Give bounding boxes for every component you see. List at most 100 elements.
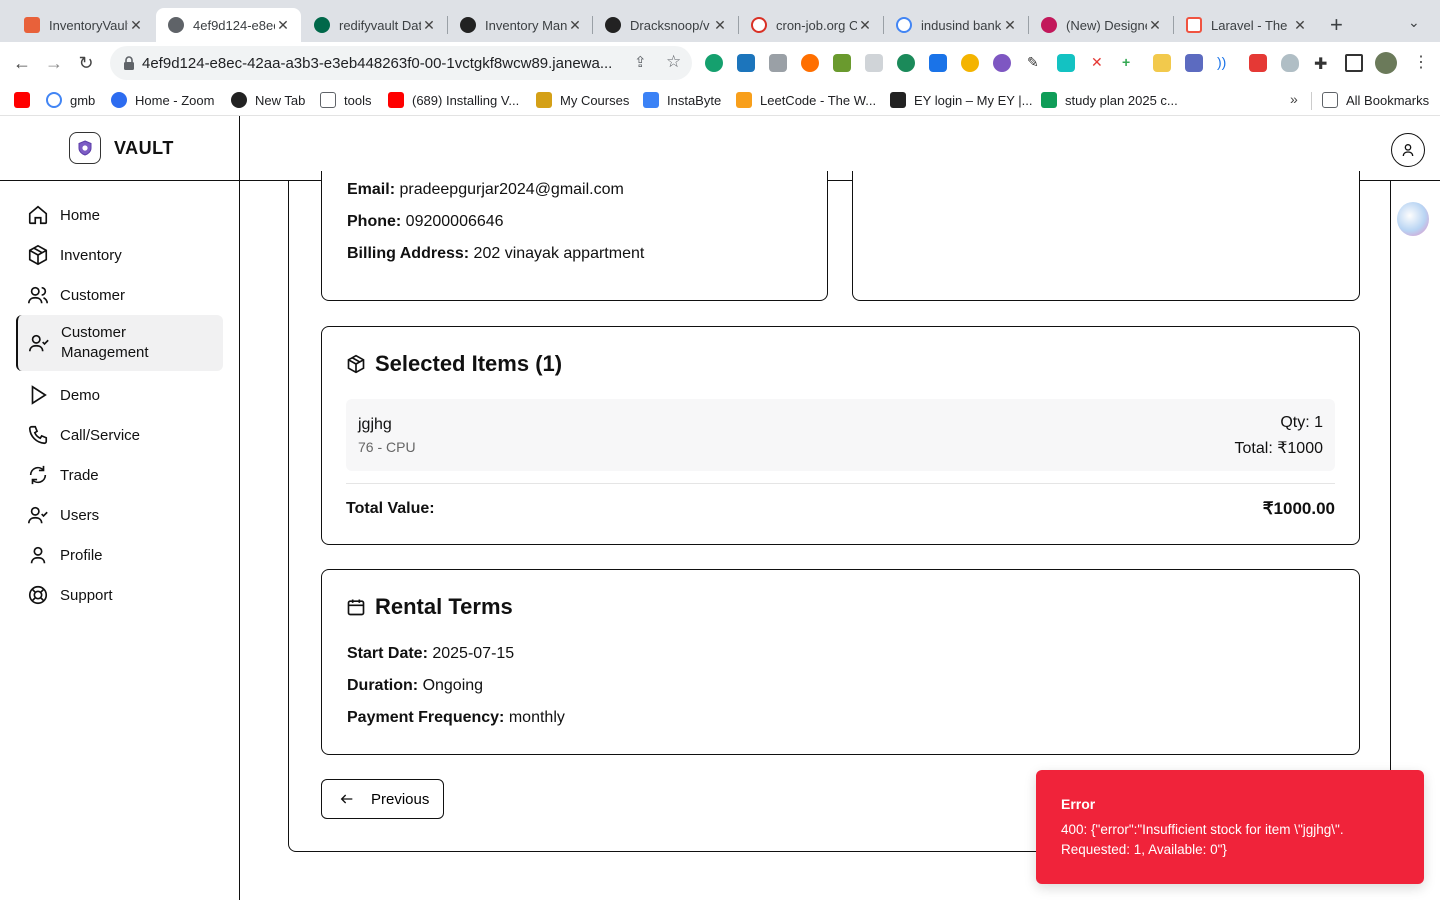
n-extension-icon[interactable]	[1057, 54, 1075, 72]
url-text[interactable]: 4ef9d124-e8ec-42aa-a3b3-e3eb448263f0-00-…	[142, 55, 622, 72]
browser-tab[interactable]: InventoryVault ✕	[12, 8, 154, 42]
extension-icon[interactable]	[897, 54, 915, 72]
close-icon[interactable]: ✕	[567, 17, 583, 34]
bookmark-youtube[interactable]	[14, 92, 38, 108]
close-icon[interactable]: ✕	[1002, 17, 1018, 34]
order-review-panel: Email: pradeepgurjar2024@gmail.com Phone…	[288, 171, 1391, 852]
github-icon	[605, 17, 621, 33]
grammarly-extension-icon[interactable]	[705, 54, 723, 72]
side-panel-icon[interactable]	[1345, 54, 1363, 72]
arrow-left-icon	[340, 794, 353, 804]
email-value: pradeepgurjar2024@gmail.com	[399, 181, 624, 198]
rental-terms-title: Rental Terms	[375, 594, 513, 619]
previous-button[interactable]: Previous	[321, 779, 444, 819]
browser-tab[interactable]: Dracksnoop/v ✕	[593, 8, 738, 42]
sidebar-item-home[interactable]: Home	[16, 195, 223, 235]
close-icon[interactable]: ✕	[275, 17, 291, 34]
box-icon	[347, 354, 365, 374]
forward-button[interactable]: →	[42, 51, 66, 75]
extension-icon[interactable]	[1249, 54, 1267, 72]
extension-icon[interactable]	[1185, 54, 1203, 72]
bookmark[interactable]: LeetCode - The W...	[736, 92, 876, 108]
sidebar-item-users[interactable]: Users	[16, 495, 223, 535]
bookmark-label: EY login – My EY |...	[914, 92, 1033, 108]
browser-tab[interactable]: Laravel - The P ✕	[1174, 8, 1318, 42]
selected-items-heading: Selected Items (1)	[346, 351, 562, 377]
youtube-icon	[14, 92, 30, 108]
back-button[interactable]: ←	[10, 51, 34, 75]
duration: Duration: Ongoing	[347, 677, 483, 695]
start-date: Start Date: 2025-07-15	[347, 645, 514, 663]
share-icon[interactable]: ⇪	[634, 53, 647, 71]
bookmark-folder[interactable]: tools	[320, 92, 371, 108]
extension-icon[interactable]	[993, 54, 1011, 72]
extension-icon[interactable]	[737, 54, 755, 72]
close-icon[interactable]: ✕	[128, 17, 144, 34]
all-bookmarks[interactable]: All Bookmarks	[1322, 92, 1429, 108]
browser-tab-active[interactable]: 4ef9d124-e8ec ✕	[156, 8, 301, 42]
sidebar-item-customer[interactable]: Customer	[16, 275, 223, 315]
browser-tab[interactable]: redifyvault Dat ✕	[302, 8, 447, 42]
home-icon	[28, 205, 48, 225]
extension-icon[interactable]	[801, 54, 819, 72]
customer-phone: Phone: 09200006646	[347, 213, 504, 231]
bookmark[interactable]: Home - Zoom	[111, 92, 214, 108]
extension-icon[interactable]	[1153, 54, 1171, 72]
close-icon[interactable]: ✕	[857, 17, 873, 34]
pen-extension-icon[interactable]: ✎	[1027, 54, 1039, 71]
total-value-label: Total Value:	[346, 500, 435, 517]
bookmark[interactable]: InstaByte	[643, 92, 721, 108]
plus-extension-icon[interactable]: +	[1122, 54, 1130, 70]
item-total: Total: ₹1000	[1234, 440, 1323, 457]
browser-profile-avatar[interactable]	[1375, 52, 1397, 74]
browser-tab[interactable]: Inventory Man ✕	[448, 8, 593, 42]
close-icon[interactable]: ✕	[1292, 17, 1308, 34]
extension-icon[interactable]	[833, 54, 851, 72]
address-bar[interactable]: 4ef9d124-e8ec-42aa-a3b3-e3eb448263f0-00-…	[110, 46, 692, 80]
brand[interactable]: VAULT	[0, 116, 239, 181]
wave-extension-icon[interactable]: ))	[1217, 54, 1226, 70]
checkbox-extension-icon[interactable]	[929, 54, 947, 72]
bookmark-star-icon[interactable]: ☆	[666, 52, 681, 72]
sidebar-item-inventory[interactable]: Inventory	[16, 235, 223, 275]
sidebar-item-profile[interactable]: Profile	[16, 535, 223, 575]
close-icon[interactable]: ✕	[712, 17, 728, 34]
user-menu-button[interactable]	[1391, 133, 1425, 167]
reload-button[interactable]: ↻	[74, 51, 98, 75]
reader-extension-icon[interactable]	[865, 54, 883, 72]
camera-extension-icon[interactable]	[769, 54, 787, 72]
sidebar-item-customer-management[interactable]: Customer Management	[16, 315, 223, 371]
error-toast[interactable]: Error 400: {"error":"Insufficient stock …	[1036, 770, 1424, 884]
new-tab-button[interactable]: +	[1330, 12, 1343, 38]
bookmarks-bar: gmb Home - Zoom New Tab tools (689) Inst…	[0, 84, 1440, 116]
close-icon[interactable]: ✕	[421, 17, 437, 34]
bookmark[interactable]: My Courses	[536, 92, 629, 108]
sidebar-item-demo[interactable]: Demo	[16, 375, 223, 415]
x-extension-icon[interactable]: ✕	[1091, 54, 1103, 71]
more-bookmarks-chevron-icon[interactable]: »	[1290, 91, 1298, 107]
bookmark[interactable]: study plan 2025 c...	[1041, 92, 1178, 108]
bookmark[interactable]: gmb	[46, 92, 95, 108]
unicorn-extension-icon[interactable]	[1397, 202, 1429, 236]
menu-kebab-icon[interactable]: ⋮	[1413, 52, 1429, 72]
browser-tab[interactable]: indusind bank ✕	[884, 8, 1028, 42]
billing-label: Billing Address:	[347, 245, 470, 262]
sidebar-item-trade[interactable]: Trade	[16, 455, 223, 495]
close-icon[interactable]: ✕	[1147, 17, 1163, 34]
bookmark[interactable]: EY login – My EY |...	[890, 92, 1033, 108]
sidebar-item-call-service[interactable]: Call/Service	[16, 415, 223, 455]
extension-icon[interactable]	[961, 54, 979, 72]
shield-extension-icon[interactable]	[1281, 54, 1299, 72]
toast-title: Error	[1061, 796, 1096, 812]
bookmark[interactable]: (689) Installing V...	[388, 92, 519, 108]
tab-title: Laravel - The P	[1211, 17, 1292, 33]
phone-icon	[28, 425, 48, 445]
bookmark[interactable]: New Tab	[231, 92, 305, 108]
browser-tab[interactable]: cron-job.org C ✕	[739, 8, 883, 42]
puzzle-extensions-icon[interactable]: ✚	[1314, 54, 1327, 74]
browser-tab[interactable]: (New) Designe ✕	[1029, 8, 1173, 42]
tab-list-chevron-icon[interactable]: ⌄	[1408, 14, 1420, 31]
lock-icon	[124, 56, 134, 70]
youtube-icon	[388, 92, 404, 108]
sidebar-item-support[interactable]: Support	[16, 575, 223, 615]
